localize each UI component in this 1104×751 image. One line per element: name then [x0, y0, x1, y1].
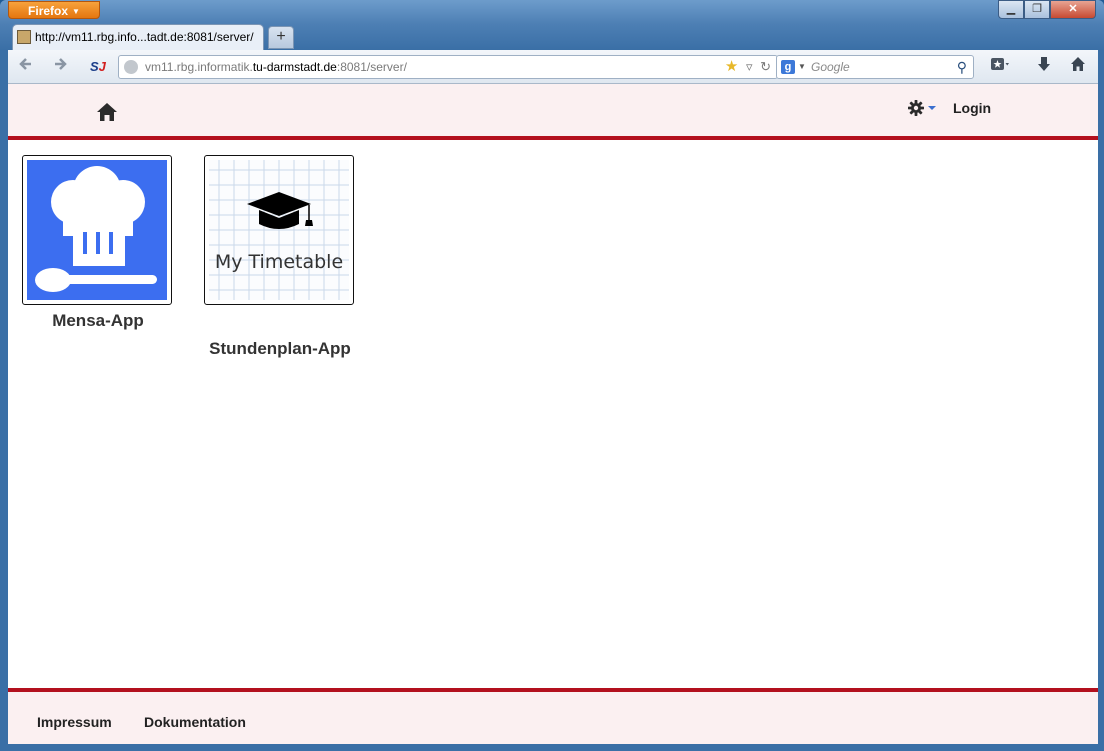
downloads-icon[interactable]: [1030, 56, 1058, 78]
app-tile-stundenplan-frame: My Timetable: [204, 155, 354, 305]
footer-link-dokumentation[interactable]: Dokumentation: [144, 714, 246, 730]
minimize-button[interactable]: ▁: [998, 0, 1024, 19]
addon-letter-s: S: [90, 59, 99, 74]
browser-window: Firefox ▼ ▁ ❐ ✕ http://vm11.rbg.info...ta…: [0, 0, 1104, 751]
bookmark-star-icon[interactable]: ★: [725, 58, 738, 75]
my-timetable-icon: My Timetable: [209, 160, 349, 300]
app-name: Mensa-App: [52, 311, 144, 330]
maximize-button[interactable]: ❐: [1024, 0, 1050, 19]
url-actions: ★ ▿ ↻: [725, 56, 771, 78]
navigation-toolbar: SJ vm11.rbg.informatik.tu-darmstadt.de:8…: [8, 50, 1098, 84]
tab-server[interactable]: http://vm11.rbg.info...tadt.de:8081/serv…: [12, 24, 264, 50]
bookmarks-star-box-icon: [991, 58, 1009, 70]
firefox-menu-label: Firefox: [28, 4, 69, 18]
url-prefix: vm11.rbg.informatik.: [145, 60, 253, 74]
reload-icon[interactable]: ↻: [760, 59, 771, 74]
app-tile-mensa[interactable]: Mensa-App: [22, 155, 174, 331]
search-engine-chevron-icon[interactable]: ▼: [798, 56, 806, 78]
close-button[interactable]: ✕: [1050, 0, 1096, 19]
dropdown-triangle-icon[interactable]: ▿: [746, 59, 753, 74]
tab-title: http://vm11.rbg.info...tadt.de:8081/serv…: [35, 30, 254, 44]
timetable-icon-text: My Timetable: [215, 251, 343, 273]
footer-link-impressum[interactable]: Impressum: [37, 714, 112, 730]
tab-strip: http://vm11.rbg.info...tadt.de:8081/serv…: [8, 24, 1098, 50]
title-bar: Firefox ▼ ▁ ❐ ✕: [0, 0, 1104, 22]
home-toolbar-icon[interactable]: [1064, 56, 1092, 78]
window-controls: ▁ ❐ ✕: [998, 0, 1096, 20]
search-bar[interactable]: g ▼ Google ⚲: [776, 55, 974, 79]
url-host: tu-darmstadt.de: [252, 60, 337, 74]
chevron-down-icon: ▼: [72, 7, 80, 16]
search-placeholder: Google: [811, 60, 850, 74]
google-icon[interactable]: g: [781, 60, 795, 74]
app-name: Stundenplan-App: [209, 339, 351, 358]
page-viewport: Login Mensa-App My Timetable Stundenplan…: [8, 84, 1098, 744]
forward-button[interactable]: [50, 56, 72, 78]
site-header: Login: [8, 84, 1098, 140]
gear-icon[interactable]: [908, 100, 924, 116]
house-icon: [1071, 57, 1085, 71]
arrow-down-icon: [1038, 57, 1050, 71]
addon-sj-icon[interactable]: SJ: [90, 58, 108, 76]
login-link[interactable]: Login: [953, 100, 991, 116]
arrow-left-icon: [19, 58, 31, 70]
settings-chevron-down-icon[interactable]: [928, 106, 936, 110]
addon-letter-j: J: [98, 59, 106, 74]
back-button[interactable]: [14, 56, 36, 78]
site-footer: Impressum Dokumentation: [8, 688, 1098, 744]
arrow-right-icon: [55, 58, 67, 70]
url-bar[interactable]: vm11.rbg.informatik.tu-darmstadt.de:8081…: [118, 55, 778, 79]
bookmarks-menu-icon[interactable]: [986, 56, 1014, 78]
search-icon[interactable]: ⚲: [957, 56, 967, 78]
new-tab-button[interactable]: +: [268, 26, 294, 49]
favicon-icon: [17, 30, 31, 44]
url-suffix: :8081/server/: [336, 60, 407, 74]
app-tile-stundenplan[interactable]: My Timetable Stundenplan-App: [204, 155, 356, 359]
home-icon[interactable]: [96, 102, 118, 122]
app-tile-mensa-frame: [22, 155, 172, 305]
globe-icon: [124, 60, 138, 74]
chef-hat-spoon-icon: [27, 160, 167, 300]
window-bottom-border: [0, 744, 1104, 751]
firefox-menu-button[interactable]: Firefox ▼: [8, 1, 100, 19]
